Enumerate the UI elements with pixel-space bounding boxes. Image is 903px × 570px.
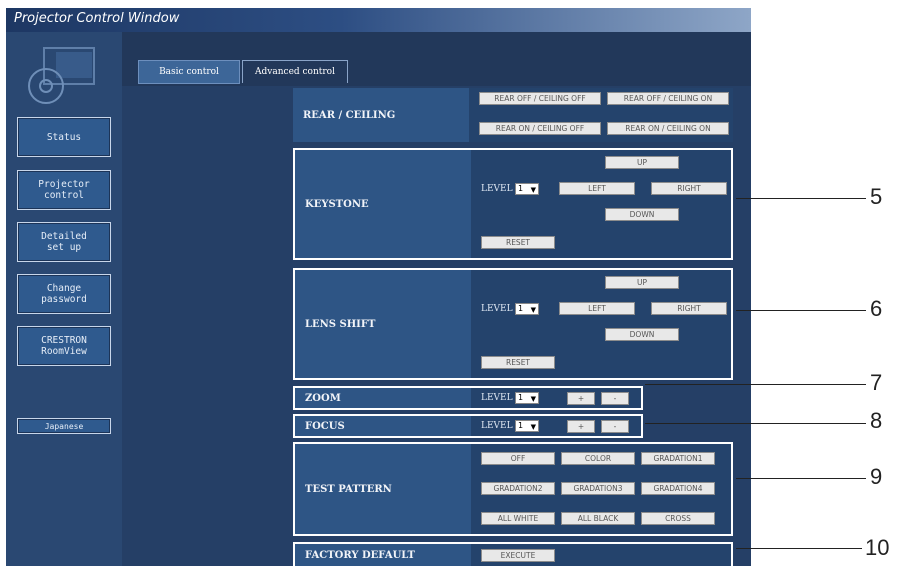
rear-off-ceiling-off-button[interactable]: REAR OFF / CEILING OFF: [479, 92, 601, 105]
keystone-label: KEYSTONE: [295, 150, 471, 258]
callout-line-7: [645, 384, 866, 385]
pattern-all-black-button[interactable]: ALL BLACK: [561, 512, 635, 525]
callout-line-6: [736, 310, 866, 311]
dropdown-arrow-icon: ▼: [530, 395, 536, 403]
pattern-gradation2-button[interactable]: GRADATION2: [481, 482, 555, 495]
lens-shift-left-button[interactable]: LEFT: [559, 302, 635, 315]
callout-number-5: 5: [870, 184, 883, 209]
lens-shift-right-button[interactable]: RIGHT: [651, 302, 727, 315]
callout-line-8: [645, 423, 866, 424]
tab-bar: Basic control Advanced control: [122, 32, 751, 86]
keystone-left-button[interactable]: LEFT: [559, 182, 635, 195]
keystone-reset-button[interactable]: RESET: [481, 236, 555, 249]
callout-line-10: [736, 548, 862, 549]
dropdown-arrow-icon: ▼: [530, 306, 536, 314]
pattern-off-button[interactable]: OFF: [481, 452, 555, 465]
sidebar-item-japanese[interactable]: Japanese: [17, 418, 111, 434]
lens-shift-up-button[interactable]: UP: [605, 276, 679, 289]
keystone-level-select[interactable]: 1 ▼: [515, 183, 539, 195]
zoom-level-select[interactable]: 1 ▼: [515, 392, 539, 404]
keystone-level-label: LEVEL: [481, 184, 513, 194]
test-pattern-label: TEST PATTERN: [295, 444, 471, 534]
factory-default-execute-button[interactable]: EXECUTE: [481, 549, 555, 562]
tab-advanced-control[interactable]: Advanced control: [242, 60, 348, 83]
tab-basic-control[interactable]: Basic control: [138, 60, 240, 84]
callout-line-5: [736, 198, 866, 199]
pattern-gradation1-button[interactable]: GRADATION1: [641, 452, 715, 465]
factory-default-label: FACTORY DEFAULT: [295, 544, 471, 566]
focus-section: FOCUS LEVEL 1 ▼ + -: [293, 414, 643, 438]
zoom-label: ZOOM: [295, 388, 471, 408]
lens-shift-level-label: LEVEL: [481, 304, 513, 314]
zoom-section: ZOOM LEVEL 1 ▼ + -: [293, 386, 643, 410]
sidebar: Status Projector control Detailed set up…: [6, 32, 122, 566]
focus-level-label: LEVEL: [481, 421, 513, 431]
callout-number-9: 9: [870, 464, 883, 489]
pattern-color-button[interactable]: COLOR: [561, 452, 635, 465]
callout-number-10: 10: [865, 535, 890, 560]
title-bar: Projector Control Window: [6, 8, 751, 32]
projector-logo-icon: [28, 47, 95, 104]
window-title: Projector Control Window: [14, 11, 180, 26]
projector-control-window: Projector Control Window Status Projecto…: [6, 8, 751, 568]
keystone-down-button[interactable]: DOWN: [605, 208, 679, 221]
zoom-plus-button[interactable]: +: [567, 392, 595, 405]
lens-shift-label: LENS SHIFT: [295, 270, 471, 378]
rear-off-ceiling-on-button[interactable]: REAR OFF / CEILING ON: [607, 92, 729, 105]
rear-on-ceiling-off-button[interactable]: REAR ON / CEILING OFF: [479, 122, 601, 135]
test-pattern-section: TEST PATTERN OFF COLOR GRADATION1 GRADAT…: [293, 442, 733, 536]
lens-shift-reset-button[interactable]: RESET: [481, 356, 555, 369]
factory-default-section: FACTORY DEFAULT EXECUTE: [293, 542, 733, 568]
focus-minus-button[interactable]: -: [601, 420, 629, 433]
sidebar-item-detailed-setup[interactable]: Detailed set up: [17, 222, 111, 262]
lens-shift-down-button[interactable]: DOWN: [605, 328, 679, 341]
sidebar-item-change-password[interactable]: Change password: [17, 274, 111, 314]
callout-number-7: 7: [870, 370, 883, 395]
zoom-level-label: LEVEL: [481, 393, 513, 403]
keystone-up-button[interactable]: UP: [605, 156, 679, 169]
rear-ceiling-label: REAR / CEILING: [293, 88, 469, 142]
zoom-minus-button[interactable]: -: [601, 392, 629, 405]
callout-number-6: 6: [870, 296, 883, 321]
callout-line-9: [736, 478, 866, 479]
pattern-cross-button[interactable]: CROSS: [641, 512, 715, 525]
rear-ceiling-section: REAR / CEILING REAR OFF / CEILING OFF RE…: [293, 88, 733, 142]
sidebar-item-projector-control[interactable]: Projector control: [17, 170, 111, 210]
keystone-section: KEYSTONE UP LEVEL 1 ▼ LEFT RIGHT DOWN RES…: [293, 148, 733, 260]
dropdown-arrow-icon: ▼: [530, 423, 536, 431]
advanced-control-content: REAR / CEILING REAR OFF / CEILING OFF RE…: [122, 86, 751, 568]
focus-plus-button[interactable]: +: [567, 420, 595, 433]
pattern-gradation3-button[interactable]: GRADATION3: [561, 482, 635, 495]
dropdown-arrow-icon: ▼: [530, 186, 536, 194]
keystone-right-button[interactable]: RIGHT: [651, 182, 727, 195]
rear-on-ceiling-on-button[interactable]: REAR ON / CEILING ON: [607, 122, 729, 135]
callout-number-8: 8: [870, 408, 883, 433]
lens-shift-section: LENS SHIFT UP LEVEL 1 ▼ LEFT RIGHT DOWN R…: [293, 268, 733, 380]
focus-level-select[interactable]: 1 ▼: [515, 420, 539, 432]
sidebar-item-status[interactable]: Status: [17, 117, 111, 157]
focus-label: FOCUS: [295, 416, 471, 436]
pattern-gradation4-button[interactable]: GRADATION4: [641, 482, 715, 495]
sidebar-item-crestron-roomview[interactable]: CRESTRON RoomView: [17, 326, 111, 366]
pattern-all-white-button[interactable]: ALL WHITE: [481, 512, 555, 525]
lens-shift-level-select[interactable]: 1 ▼: [515, 303, 539, 315]
